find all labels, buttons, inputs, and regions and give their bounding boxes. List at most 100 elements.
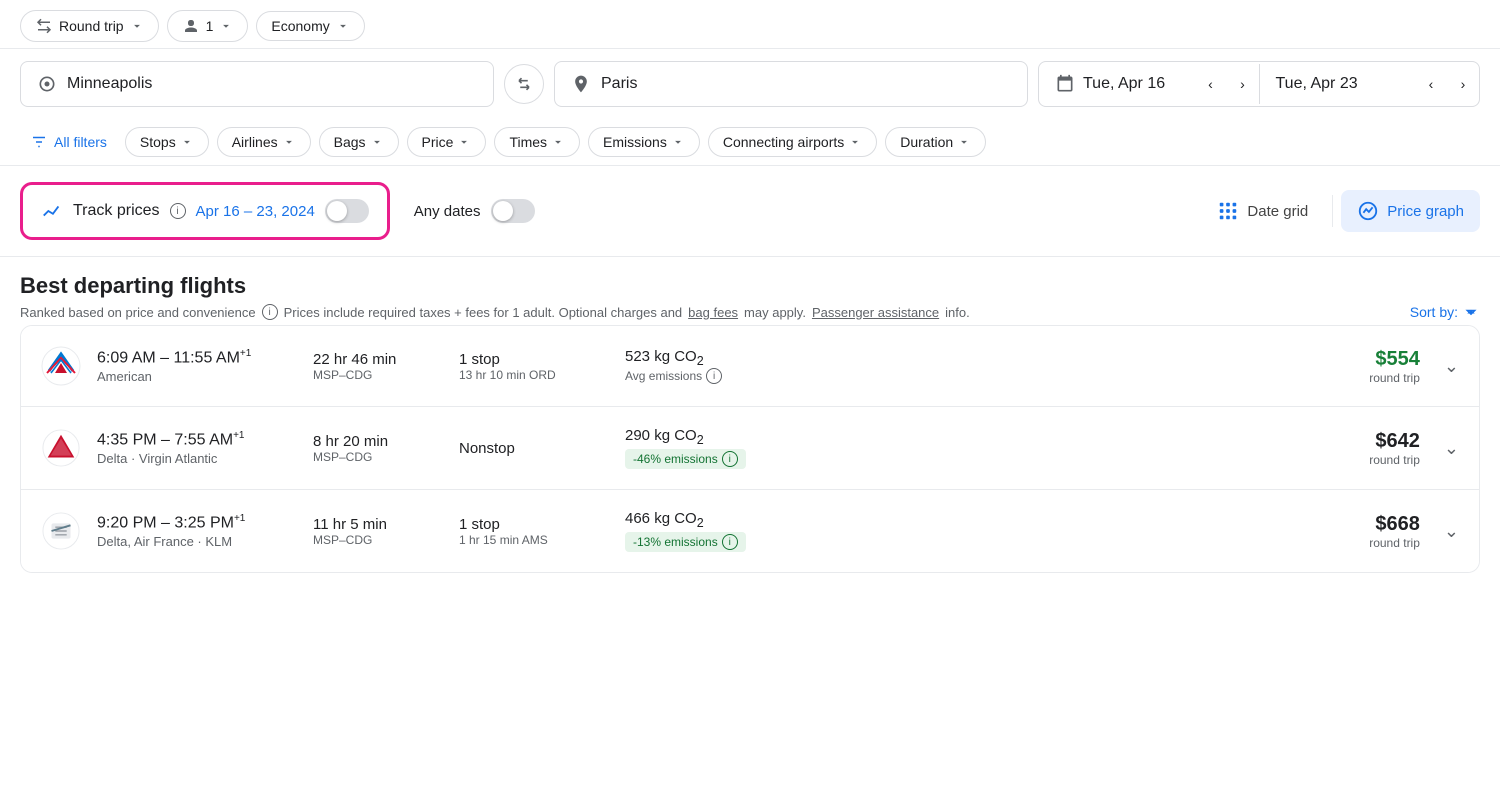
emissions-filter[interactable]: Emissions (588, 127, 700, 157)
bag-fees-link[interactable]: bag fees (688, 305, 738, 320)
view-buttons: Date grid Price graph (1201, 190, 1480, 232)
duration-label: Duration (900, 134, 953, 150)
emissions-info-icon[interactable]: i (706, 368, 722, 384)
destination-value: Paris (601, 75, 637, 93)
connecting-airports-label: Connecting airports (723, 134, 844, 150)
passengers-label: 1 (206, 18, 214, 34)
flight-avg: Avg emissions i (625, 368, 805, 384)
airline-logo (41, 511, 81, 551)
cabin-label: Economy (271, 18, 329, 34)
price-graph-button[interactable]: Price graph (1341, 190, 1480, 232)
date-from-value: Tue, Apr 16 (1083, 75, 1165, 93)
expand-button[interactable]: ⌄ (1444, 438, 1459, 459)
date-to-field[interactable]: Tue, Apr 23 (1260, 63, 1416, 105)
person-icon (182, 17, 200, 35)
price-filter[interactable]: Price (407, 127, 487, 157)
times-filter[interactable]: Times (494, 127, 580, 157)
all-filters-button[interactable]: All filters (20, 127, 117, 157)
track-prices-toggle[interactable] (325, 199, 369, 223)
date-section: Tue, Apr 16 ‹ › Tue, Apr 23 ‹ › (1038, 61, 1480, 107)
times-chevron (551, 135, 565, 149)
top-bar: Round trip 1 Economy (0, 0, 1500, 49)
origin-icon (37, 74, 57, 94)
track-label: Track prices (73, 202, 160, 220)
may-apply-text: may apply. (744, 305, 806, 320)
track-prices-box: Track prices i Apr 16 – 23, 2024 (20, 182, 390, 240)
trip-type-label: Round trip (59, 18, 124, 34)
fees-text: Prices include required taxes + fees for… (284, 305, 683, 320)
duration-filter[interactable]: Duration (885, 127, 986, 157)
passenger-link[interactable]: Passenger assistance (812, 305, 939, 320)
flight-duration-val: 11 hr 5 min (313, 516, 443, 533)
flight-times: 6:09 AM – 11:55 AM+1 American (97, 348, 297, 384)
stops-filter[interactable]: Stops (125, 127, 209, 157)
results-subtitle: Ranked based on price and convenience (20, 305, 256, 320)
date-to-prev[interactable]: ‹ (1415, 68, 1447, 100)
airlines-label: Airlines (232, 134, 278, 150)
emissions-badge-info[interactable]: i (722, 451, 738, 467)
date-to-next[interactable]: › (1447, 68, 1479, 100)
flight-price: $668 round trip (1369, 513, 1420, 550)
subtitle-info-icon[interactable]: i (262, 304, 278, 320)
flight-airline: American (97, 369, 297, 384)
filter-row: All filters Stops Airlines Bags Price Ti… (0, 119, 1500, 166)
flight-co2: 523 kg CO2 (625, 348, 805, 368)
origin-value: Minneapolis (67, 75, 152, 93)
bags-filter[interactable]: Bags (319, 127, 399, 157)
date-grid-icon (1217, 200, 1239, 222)
price-chevron (457, 135, 471, 149)
flight-stops-val: Nonstop (459, 440, 609, 457)
connecting-airports-filter[interactable]: Connecting airports (708, 127, 877, 157)
flight-duration: 8 hr 20 min MSP–CDG (313, 433, 443, 464)
emissions-badge: -13% emissions i (625, 530, 805, 552)
origin-field[interactable]: Minneapolis (20, 61, 494, 107)
date-from-next[interactable]: › (1227, 68, 1259, 100)
flight-duration-val: 22 hr 46 min (313, 351, 443, 368)
price-trip: round trip (1369, 371, 1420, 385)
track-price-icon (41, 200, 63, 222)
flight-co2: 290 kg CO2 (625, 427, 805, 447)
swap-button[interactable] (504, 64, 544, 104)
flight-time-range: 4:35 PM – 7:55 AM+1 (97, 430, 297, 449)
date-grid-button[interactable]: Date grid (1201, 190, 1324, 232)
track-date-range: Apr 16 – 23, 2024 (196, 203, 315, 220)
bags-label: Bags (334, 134, 366, 150)
flight-duration: 11 hr 5 min MSP–CDG (313, 516, 443, 547)
flights-list: 6:09 AM – 11:55 AM+1 American 22 hr 46 m… (20, 325, 1480, 573)
date-to-value: Tue, Apr 23 (1276, 75, 1358, 93)
emissions-label: Emissions (603, 134, 667, 150)
sort-icon (1462, 303, 1480, 321)
stops-label: Stops (140, 134, 176, 150)
flight-row[interactable]: 6:09 AM – 11:55 AM+1 American 22 hr 46 m… (21, 326, 1479, 407)
emissions-badge-info[interactable]: i (722, 534, 738, 550)
flight-emissions: 290 kg CO2 -46% emissions i (625, 427, 805, 469)
date-from-field[interactable]: Tue, Apr 16 (1039, 62, 1195, 106)
flight-row[interactable]: 9:20 PM – 3:25 PM+1 Delta, Air France · … (21, 490, 1479, 572)
flight-row[interactable]: 4:35 PM – 7:55 AM+1 Delta · Virgin Atlan… (21, 407, 1479, 490)
expand-button[interactable]: ⌄ (1444, 521, 1459, 542)
flight-stops-detail: 1 hr 15 min AMS (459, 533, 609, 547)
trip-type-button[interactable]: Round trip (20, 10, 159, 42)
flight-stops-detail: 13 hr 10 min ORD (459, 368, 609, 382)
flight-route: MSP–CDG (313, 368, 443, 382)
results-meta: Ranked based on price and convenience i … (20, 303, 1480, 321)
passengers-button[interactable]: 1 (167, 10, 249, 42)
destination-field[interactable]: Paris (554, 61, 1028, 107)
expand-button[interactable]: ⌄ (1444, 356, 1459, 377)
sort-button[interactable]: Sort by: (1410, 303, 1480, 321)
airlines-filter[interactable]: Airlines (217, 127, 311, 157)
calendar-icon (1055, 74, 1075, 94)
date-from-prev[interactable]: ‹ (1195, 68, 1227, 100)
track-info-icon[interactable]: i (170, 203, 186, 219)
flight-duration: 22 hr 46 min MSP–CDG (313, 351, 443, 382)
view-divider (1332, 195, 1333, 227)
any-dates-toggle[interactable] (491, 199, 535, 223)
flight-airline: Delta, Air France · KLM (97, 534, 297, 549)
flight-price: $642 round trip (1369, 430, 1420, 467)
flight-times: 9:20 PM – 3:25 PM+1 Delta, Air France · … (97, 513, 297, 549)
stops-chevron (180, 135, 194, 149)
filter-icon (30, 133, 48, 151)
cabin-button[interactable]: Economy (256, 11, 364, 41)
flight-stops-val: 1 stop (459, 351, 609, 368)
destination-icon (571, 74, 591, 94)
